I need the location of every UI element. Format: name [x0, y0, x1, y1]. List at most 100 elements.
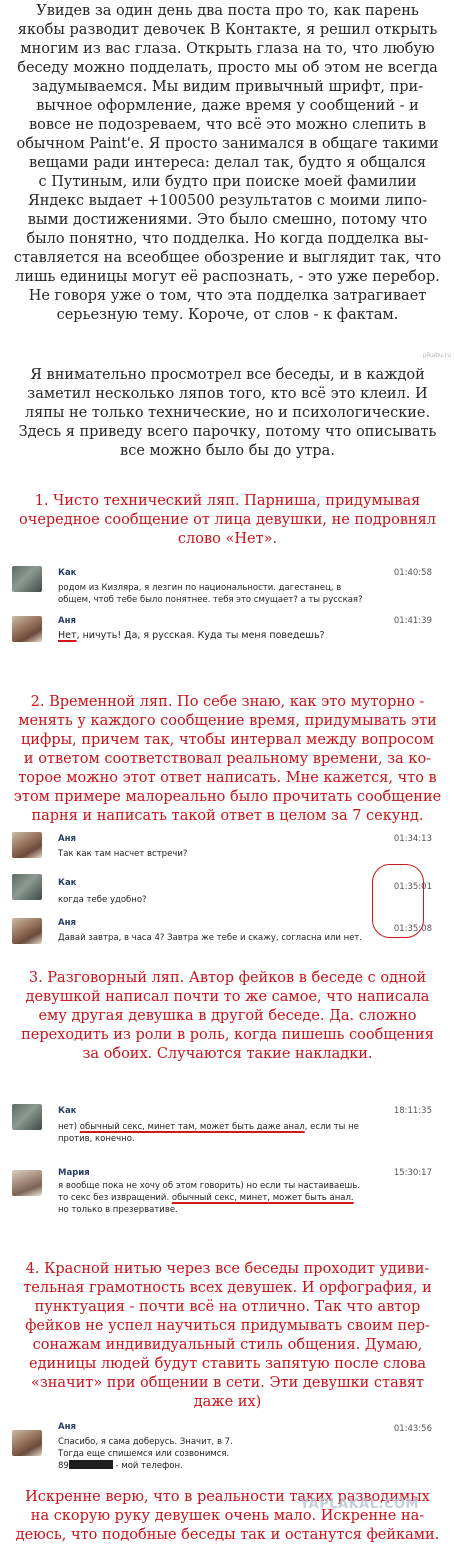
message-time: 01:43:56	[393, 1424, 432, 1434]
text-line: Не говоря уже о том, что эта подделка за…	[28, 288, 427, 304]
message-text: Спасибо, я сама доберусь. Значит, в 7. Т…	[58, 1436, 378, 1472]
message-text: Так как там насчет встречи?	[58, 848, 378, 860]
text-line: Яндекс выдает +100500 результатов с моим…	[28, 193, 427, 209]
text-line: вычное оформление, даже время у сообщени…	[36, 98, 419, 114]
text-line: девушкой написал почти то же самое, что …	[25, 989, 430, 1005]
sender-name: Как	[58, 1106, 77, 1116]
watermark-bottom: YAPLAKAL.COM	[300, 1497, 419, 1512]
avatar	[12, 874, 42, 900]
text-line: Увидев за один день два поста про то, ка…	[36, 3, 419, 19]
text-line: многим из вас глаза. Открыть глаза на то…	[20, 41, 435, 57]
message-line: я вообще пока не хочу об этом говорить) …	[58, 1181, 360, 1191]
text-line: парня и написать такой ответ в целом за …	[31, 808, 424, 824]
text-line: все можно было бы до утра.	[120, 443, 335, 459]
text-line: торое можно этот ответ написать. Мне каж…	[18, 770, 437, 786]
chat-message: Мария 15:30:17 я вообще пока не хочу об …	[8, 1162, 446, 1232]
underlined-word: Нет	[58, 630, 77, 641]
message-line: против, конечно.	[58, 1134, 135, 1144]
text-line: слово «Нет».	[177, 531, 278, 547]
message-text: нет) обычный секс, минет там, может быть…	[58, 1121, 398, 1145]
chat-message: Аня 01:34:13 Так как там насчет встречи?	[8, 826, 446, 872]
text-line: ляпы не только технические, но и психоло…	[24, 405, 431, 421]
message-time: 01:34:13	[393, 834, 432, 844]
text-line: тельная грамотность всех девушек. И орфо…	[23, 1280, 432, 1296]
avatar	[12, 1430, 42, 1456]
sender-name: Мария	[58, 1168, 90, 1178]
text-line: лишь единицы могут её распознать, - это …	[15, 269, 440, 285]
text-line: с Путиным, или будто при поиске моей фам…	[38, 174, 417, 190]
text-line: беседу можно подделать, просто мы об это…	[17, 60, 438, 76]
text-line: деюсь, что подобные беседы так и останут…	[15, 1527, 440, 1543]
message-time: 18:11:35	[393, 1106, 432, 1116]
chat-screenshot-2: Аня 01:34:13 Так как там насчет встречи?…	[8, 826, 446, 966]
message-line: родом из Кизляра, я лезгин по национальн…	[58, 583, 342, 593]
text-line: очередное сообщение от лица девушки, не …	[19, 512, 436, 528]
text-line: 3. Разговорный ляп. Автор фейков в бесед…	[28, 970, 427, 986]
text-line: пунктуация - почти всё на отлично. Так ч…	[34, 1299, 421, 1315]
text-line: 2. Временной ляп. По себе знаю, как это …	[30, 694, 425, 710]
avatar	[12, 1104, 42, 1130]
underlined-phrase: обычный секс, минет там, может быть даже…	[79, 1122, 305, 1132]
message-line: Так как там насчет встречи?	[58, 849, 188, 859]
message-text: Давай завтра, в часа 4? Завтра же тебе и…	[58, 932, 378, 944]
text-line: серьезную тему. Короче, от слов - к факт…	[56, 307, 399, 323]
chat-message: Как 18:11:35 нет) обычный секс, минет та…	[8, 1100, 446, 1162]
chat-screenshot-3: Как 18:11:35 нет) обычный секс, минет та…	[8, 1100, 446, 1232]
text-line: вещами ради интереса: делал так, будто я…	[28, 155, 427, 171]
avatar	[12, 832, 42, 858]
chat-screenshot-1: Как 01:40:58 родом из Кизляра, я лезгин …	[8, 562, 446, 684]
sender-name: Как	[58, 568, 77, 578]
text-line: ставляется на всеобщее обозрение и выгля…	[13, 250, 442, 266]
text-line: задумываемся. Мы видим привычный шрифт, …	[31, 79, 424, 95]
message-line: общем, чтоб тебе было понятнее. тебя это…	[58, 595, 363, 605]
underlined-phrase: обычный секс, минет, может быть анал.	[171, 1193, 354, 1203]
chat-message: Аня 01:43:56 Спасибо, я сама доберусь. З…	[8, 1418, 446, 1480]
message-line: Нет, ничуть! Да, я русская. Куда ты меня…	[58, 630, 325, 641]
text-line: единицы людей будут ставить запятую посл…	[28, 1356, 427, 1372]
chat-message: Аня 01:41:39 Нет, ничуть! Да, я русская.…	[8, 614, 446, 670]
text-line: за обоих. Случаются такие накладки.	[82, 1046, 373, 1062]
message-line: но только в презервативе.	[58, 1205, 178, 1215]
text-line: переходить из роли в роль, когда пишешь …	[21, 1027, 434, 1043]
sender-name: Аня	[58, 1422, 76, 1432]
message-time: 15:30:17	[393, 1168, 432, 1178]
intro-paragraph: Увидев за один день два поста про то, ка…	[6, 2, 449, 325]
watermark-top: pikabu.ru	[422, 352, 451, 359]
chat-message: Как 01:40:58 родом из Кизляра, я лезгин …	[8, 562, 446, 614]
text-line: менять у каждого сообщение время, придум…	[18, 713, 437, 729]
sender-name: Аня	[58, 834, 76, 844]
message-text: я вообще пока не хочу об этом говорить) …	[58, 1180, 398, 1216]
message-time: 01:40:58	[393, 568, 432, 578]
avatar	[12, 616, 42, 642]
message-line: 89 - мой телефон.	[58, 1460, 183, 1471]
text-line: якобы разводит девочек В Контакте, я реш…	[17, 22, 438, 38]
intro2-paragraph: Я внимательно просмотрел все беседы, и в…	[6, 366, 449, 461]
message-text: когда тебе удобно?	[58, 894, 378, 906]
text-line: даже их)	[193, 1394, 262, 1410]
sender-name: Как	[58, 878, 77, 888]
chat-screenshot-4: Аня 01:43:56 Спасибо, я сама доберусь. З…	[8, 1418, 446, 1480]
sender-name: Аня	[58, 616, 76, 626]
message-text: родом из Кизляра, я лезгин по национальн…	[58, 582, 418, 606]
point3-paragraph: 3. Разговорный ляп. Автор фейков в бесед…	[6, 969, 449, 1064]
text-line: этом примере малореально было прочитать …	[13, 789, 442, 805]
text-line: ему другая девушка в другой беседе. Да. …	[38, 1008, 417, 1024]
sender-name: Аня	[58, 918, 76, 928]
message-line: Давай завтра, в часа 4? Завтра же тебе и…	[58, 933, 363, 943]
text-line: цифры, причем так, чтобы интервал между …	[20, 732, 435, 748]
text-line: 1. Чисто технический ляп. Парниша, приду…	[34, 493, 421, 509]
text-line: Здесь я приведу всего парочку, потому чт…	[18, 424, 437, 440]
message-line: Спасибо, я сама доберусь. Значит, в 7.	[58, 1437, 233, 1447]
message-time: 01:41:39	[393, 616, 432, 626]
avatar	[12, 918, 42, 944]
text-line: выми достижениями. Это было смешно, пото…	[27, 212, 428, 228]
message-text: Нет, ничуть! Да, я русская. Куда ты меня…	[58, 630, 378, 642]
redacted-phone	[68, 1460, 113, 1469]
message-line: когда тебе удобно?	[58, 895, 147, 905]
highlight-circle	[372, 864, 424, 938]
text-line: «значит» при общении в сети. Эти девушки…	[30, 1375, 425, 1391]
text-line: обычном Paint'е. Я просто занимался в об…	[16, 136, 439, 152]
avatar	[12, 1170, 42, 1196]
text-line: фейков не успел научиться придумывать св…	[25, 1318, 430, 1334]
text-line: и ответом соответствовал реальному време…	[23, 751, 432, 767]
